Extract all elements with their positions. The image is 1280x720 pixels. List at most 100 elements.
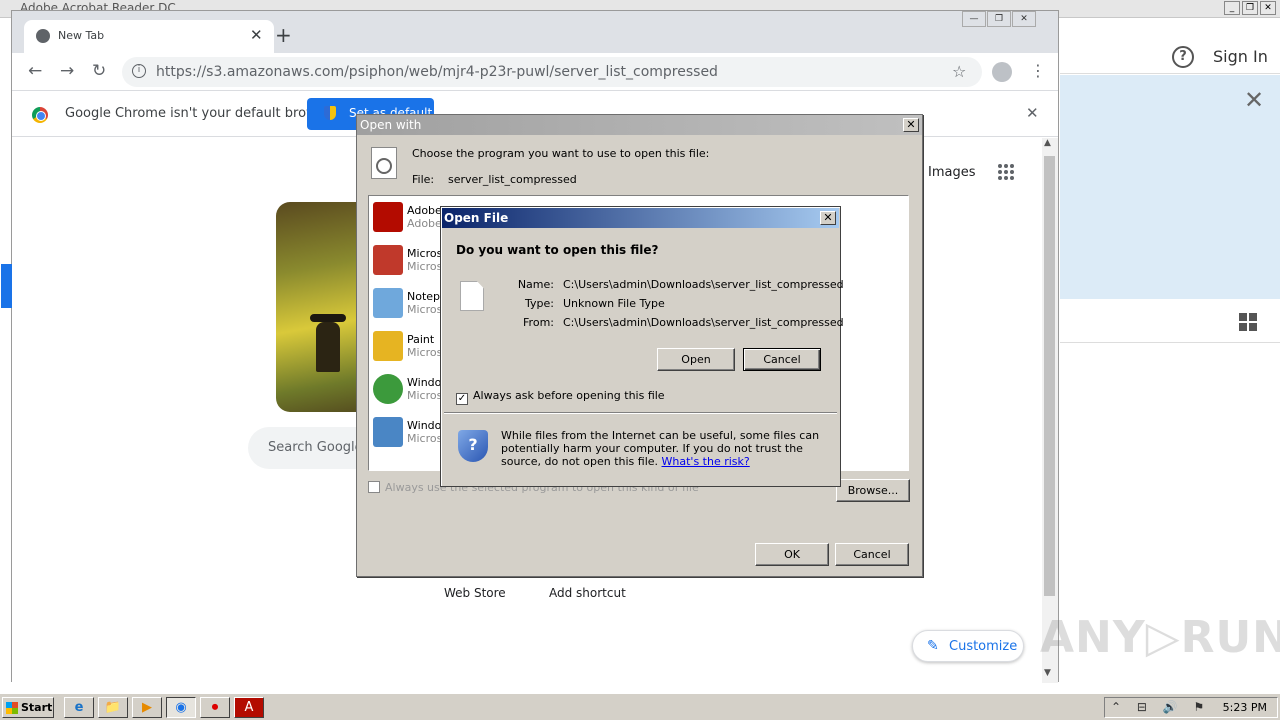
program-name: Windows [407,419,443,432]
tab-close-icon[interactable]: ✕ [250,26,263,44]
back-button[interactable]: ← [28,61,42,81]
warning-text: While files from the Internet can be use… [501,429,820,468]
open-with-cancel-button[interactable]: Cancel [835,543,909,566]
office-icon [373,245,403,275]
scroll-down-arrow-icon[interactable]: ▼ [1044,668,1051,678]
separator [444,412,837,414]
program-item[interactable]: Notepad Microsoft [373,286,448,326]
images-link[interactable]: Images [928,165,976,180]
media-player-icon [373,374,403,404]
program-item[interactable]: Windows Microsoft [373,415,448,455]
chrome-taskbar-icon[interactable]: ◉ [166,697,196,718]
infobar-close-icon[interactable]: ✕ [1026,104,1039,122]
tab-new-tab[interactable]: New Tab ✕ [24,20,274,53]
program-name: Adobe [407,204,442,217]
program-publisher: Microsoft [407,389,443,402]
program-item[interactable]: Adobe Adobe [373,200,448,240]
bookmark-star-icon[interactable]: ☆ [952,62,966,81]
apps-grid-icon[interactable] [998,164,1014,180]
file-search-icon [371,147,397,179]
whats-the-risk-link[interactable]: What's the risk? [662,455,750,468]
reload-button[interactable]: ↻ [92,61,106,81]
program-publisher: Adobe [407,217,442,230]
page-scrollbar[interactable]: ▲ ▼ [1042,138,1058,683]
clock[interactable]: 5:23 PM [1223,701,1267,714]
profile-avatar[interactable] [992,62,1012,82]
program-name: Windows [407,376,443,389]
divider [1060,342,1280,343]
shortcut-web-store[interactable]: Web Store [444,586,506,600]
tab-strip: New Tab ✕ + — ❐ ✕ [12,11,1058,53]
start-button[interactable]: Start [2,697,54,718]
chrome-menu-icon[interactable]: ⋮ [1030,61,1046,80]
from-value: C:\Users\admin\Downloads\server_list_com… [563,316,844,329]
file-name: server_list_compressed [448,173,577,186]
globe-icon [36,29,50,43]
paint-icon [373,331,403,361]
open-file-cancel-button[interactable]: Cancel [743,348,821,371]
program-publisher: Microsoft [407,346,443,359]
program-item[interactable]: Paint Microsoft [373,329,448,369]
uac-shield-icon [324,106,336,120]
acrobat-window-controls: _ ❐ ✕ [1224,1,1276,15]
forward-button[interactable]: → [60,61,74,81]
close-button[interactable]: ✕ [1012,11,1036,27]
acrobat-restore-button[interactable]: ❐ [1242,1,1258,15]
doodle-figure [316,322,340,372]
open-file-close-button[interactable]: ✕ [820,211,836,225]
acrobat-icon [373,202,403,232]
open-button[interactable]: Open [657,348,735,371]
chrome-window-controls: — ❐ ✕ [962,11,1036,27]
customize-button[interactable]: ✎ Customize [912,630,1024,662]
acrobat-close-button[interactable]: ✕ [1260,1,1276,15]
always-ask-checkbox[interactable]: ✓ Always ask before opening this file [456,389,665,405]
open-with-titlebar: Open with ✕ [357,115,922,135]
shortcut-add[interactable]: Add shortcut [549,586,626,600]
left-accent-strip [1,264,12,308]
internet-explorer-icon[interactable]: e [64,697,94,718]
open-file-titlebar: Open File ✕ [442,208,839,228]
always-ask-label: Always ask before opening this file [473,389,665,402]
type-value: Unknown File Type [563,297,665,310]
scroll-up-arrow-icon[interactable]: ▲ [1044,138,1051,148]
checkbox-checked-icon[interactable]: ✓ [456,393,468,405]
minimize-button[interactable]: — [962,11,986,27]
maximize-button[interactable]: ❐ [987,11,1011,27]
explorer-folder-icon[interactable]: 📁 [98,697,128,718]
scroll-thumb[interactable] [1044,156,1055,596]
tray-icons[interactable]: ⌃ ⊟ 🔊 ⚑ [1111,700,1210,714]
program-publisher: Microsoft [407,432,443,445]
help-icon[interactable]: ? [1172,46,1194,68]
browse-button[interactable]: Browse... [836,479,910,502]
program-publisher: Microsoft [407,260,443,273]
program-item[interactable]: Microsoft Microsoft [373,243,448,283]
doodle-hat [310,314,346,322]
notepad-icon [373,288,403,318]
customize-label: Customize [949,639,1018,654]
grid-view-icon[interactable] [1239,313,1257,331]
info-icon[interactable]: i [132,64,146,78]
address-bar[interactable]: i https://s3.amazonaws.com/psiphon/web/m… [122,57,982,87]
media-player-icon[interactable]: ▶ [132,697,162,718]
open-file-title: Open File [444,211,509,225]
new-tab-button[interactable]: + [275,23,292,47]
url-text[interactable]: https://s3.amazonaws.com/psiphon/web/mjr… [156,64,718,80]
sign-in-link[interactable]: Sign In [1213,47,1268,66]
open-file-question: Do you want to open this file? [456,243,659,257]
chrome-logo-icon [32,107,48,123]
program-item[interactable]: Windows Microsoft [373,372,448,412]
open-with-close-button[interactable]: ✕ [903,118,919,132]
ok-button[interactable]: OK [755,543,829,566]
program-name: Microsoft [407,247,443,260]
search-placeholder: Search Google [268,440,363,455]
checkbox-box[interactable] [368,481,380,493]
opera-icon[interactable]: ⏺ [200,697,230,718]
banner-close-icon[interactable]: ✕ [1244,86,1264,114]
acrobat-minimize-button[interactable]: _ [1224,1,1240,15]
chrome-toolbar: ← → ↻ i https://s3.amazonaws.com/psiphon… [12,53,1058,91]
pencil-icon: ✎ [927,638,939,654]
start-label: Start [21,701,53,714]
from-label: From: [523,316,554,329]
acrobat-taskbar-icon[interactable]: A [234,697,264,718]
name-value: C:\Users\admin\Downloads\server_list_com… [563,278,844,291]
